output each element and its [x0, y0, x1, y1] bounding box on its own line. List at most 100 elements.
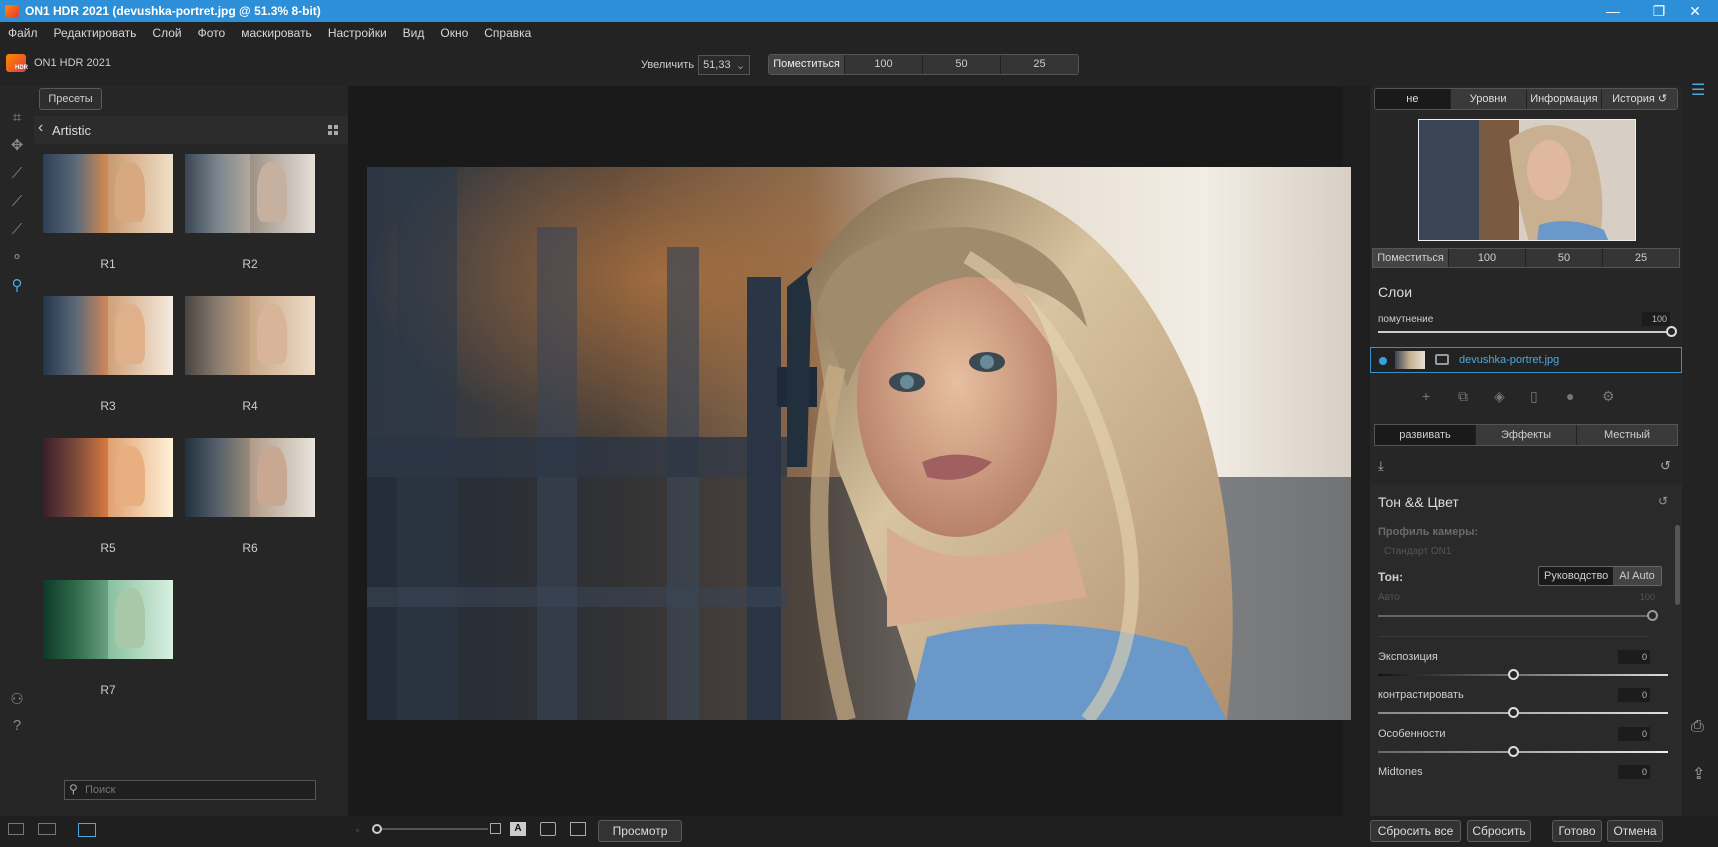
grid-view-icon[interactable]: [328, 125, 338, 135]
highlights-value[interactable]: 0: [1618, 727, 1650, 741]
zoom-fit-button[interactable]: Поместиться: [769, 55, 845, 74]
nav-50-button[interactable]: 50: [1526, 249, 1603, 267]
preset-thumb-r2[interactable]: [185, 154, 315, 233]
auto-slider-knob[interactable]: [1647, 610, 1658, 621]
thumbnail-size-slider[interactable]: [376, 828, 488, 830]
minimize-button[interactable]: —: [1590, 0, 1636, 22]
opacity-value[interactable]: 100: [1642, 312, 1670, 326]
reset-all-button[interactable]: Сбросить все: [1370, 820, 1461, 842]
import-preset-icon[interactable]: ⤓: [1378, 458, 1384, 474]
thumbnail-size-knob[interactable]: [372, 824, 382, 834]
nav-fit-button[interactable]: Поместиться: [1373, 249, 1449, 267]
preset-thumb-r3[interactable]: [43, 296, 173, 375]
preset-thumb-r1[interactable]: [43, 154, 173, 233]
zoom-out-icon[interactable]: ▫: [356, 826, 359, 835]
duplicate-layer-icon[interactable]: ⧉: [1458, 388, 1468, 405]
image-canvas[interactable]: [348, 86, 1351, 816]
tab-levels[interactable]: Уровни: [1450, 89, 1527, 109]
tab-develop[interactable]: развивать: [1375, 425, 1476, 445]
print-icon[interactable]: ⎙: [1691, 718, 1704, 736]
tone-ai-auto-button[interactable]: AI Auto: [1613, 567, 1661, 585]
nav-25-button[interactable]: 25: [1603, 249, 1679, 267]
close-button[interactable]: ✕: [1672, 0, 1718, 22]
zoom-in-icon[interactable]: [490, 823, 501, 834]
reset-section-icon[interactable]: ↺: [1658, 494, 1668, 508]
menu-layer[interactable]: Слой: [144, 26, 189, 40]
opacity-slider[interactable]: [1378, 331, 1672, 333]
highlights-slider-knob[interactable]: [1508, 746, 1519, 757]
exposure-value[interactable]: 0: [1618, 650, 1650, 664]
search-placeholder: Поиск: [85, 784, 116, 796]
text-overlay-icon[interactable]: A: [510, 822, 526, 836]
zoom-hand-icon[interactable]: ⚲: [7, 276, 27, 296]
nav-100-button[interactable]: 100: [1449, 249, 1526, 267]
help-icon[interactable]: ?: [7, 716, 27, 736]
presets-button[interactable]: Пресеты: [39, 88, 102, 110]
app-name: ON1 HDR 2021: [34, 57, 112, 69]
tab-navigator[interactable]: не: [1375, 89, 1451, 109]
contrast-value[interactable]: 0: [1618, 688, 1650, 702]
brush-icon[interactable]: ⟋: [7, 164, 27, 184]
gradient-mask-icon[interactable]: ⟋: [7, 220, 27, 240]
preview-button[interactable]: Просмотр: [598, 820, 682, 842]
filmstrip-view-icon[interactable]: [78, 823, 96, 837]
midtones-value[interactable]: 0: [1618, 765, 1650, 779]
single-view-icon[interactable]: [8, 823, 24, 835]
preset-thumb-r7[interactable]: [43, 580, 173, 659]
masking-brush-icon[interactable]: ⟋: [7, 192, 27, 212]
before-after-icon[interactable]: [570, 822, 586, 836]
move-icon[interactable]: ✥: [7, 136, 27, 156]
chevron-left-icon[interactable]: ‹: [38, 119, 43, 137]
zoom-50-button[interactable]: 50: [923, 55, 1001, 74]
reset-button[interactable]: Сбросить: [1467, 820, 1531, 842]
menu-edit[interactable]: Редактировать: [46, 26, 145, 40]
exposure-slider-knob[interactable]: [1508, 669, 1519, 680]
delete-layer-icon[interactable]: ▯: [1530, 388, 1538, 405]
menu-help[interactable]: Справка: [476, 26, 539, 40]
zoom-25-button[interactable]: 25: [1001, 55, 1078, 74]
menu-file[interactable]: Файл: [0, 26, 46, 40]
menu-mask[interactable]: маскировать: [233, 26, 320, 40]
merge-icon[interactable]: ●: [1566, 388, 1574, 404]
adjustments-sliders-icon[interactable]: ☰: [1691, 80, 1705, 100]
tab-local[interactable]: Местный: [1577, 425, 1677, 445]
layer-row[interactable]: devushka-portret.jpg: [1370, 347, 1682, 373]
compare-view-icon[interactable]: [38, 823, 56, 835]
auto-slider[interactable]: [1378, 615, 1648, 617]
fill-icon[interactable]: ◈: [1494, 388, 1505, 405]
zoom-select[interactable]: 51,33 ⌄: [698, 55, 751, 75]
preset-category-header[interactable]: ‹ Artistic: [34, 116, 348, 144]
retouch-icon[interactable]: ⚬: [7, 248, 27, 268]
exposure-slider[interactable]: [1378, 674, 1668, 676]
tab-info[interactable]: Информация: [1526, 89, 1603, 109]
panel-scrollbar[interactable]: [1675, 525, 1680, 605]
cancel-button[interactable]: Отмена: [1607, 820, 1663, 842]
crop-icon[interactable]: ⌗: [7, 108, 27, 128]
preset-thumb-r6[interactable]: [185, 438, 315, 517]
tone-manual-button[interactable]: Руководство: [1539, 567, 1614, 585]
opacity-slider-knob[interactable]: [1666, 326, 1677, 337]
layer-visibility-icon[interactable]: [1379, 357, 1387, 365]
done-button[interactable]: Готово: [1552, 820, 1602, 842]
layer-settings-gear-icon[interactable]: ⚙: [1602, 388, 1615, 405]
share-icon[interactable]: ⇪: [1692, 764, 1705, 784]
preset-search-input[interactable]: ⚲ Поиск: [64, 780, 316, 800]
layer-mask-icon[interactable]: [1435, 354, 1449, 365]
tab-history[interactable]: История ↺: [1602, 89, 1677, 109]
add-layer-icon[interactable]: +: [1422, 388, 1430, 404]
navigator-preview[interactable]: [1418, 119, 1636, 241]
preset-thumb-r5[interactable]: [43, 438, 173, 517]
reset-module-icon[interactable]: ↺: [1660, 458, 1671, 474]
tab-effects[interactable]: Эффекты: [1476, 425, 1577, 445]
menu-window[interactable]: Окно: [432, 26, 476, 40]
menu-view[interactable]: Вид: [395, 26, 433, 40]
mask-view-icon[interactable]: [540, 822, 556, 836]
preset-thumb-r4[interactable]: [185, 296, 315, 375]
menu-photo[interactable]: Фото: [190, 26, 234, 40]
account-icon[interactable]: ⚇: [7, 690, 27, 710]
highlights-slider[interactable]: [1378, 751, 1668, 753]
menu-settings[interactable]: Настройки: [320, 26, 395, 40]
contrast-slider[interactable]: [1378, 712, 1668, 714]
contrast-slider-knob[interactable]: [1508, 707, 1519, 718]
zoom-100-button[interactable]: 100: [845, 55, 923, 74]
